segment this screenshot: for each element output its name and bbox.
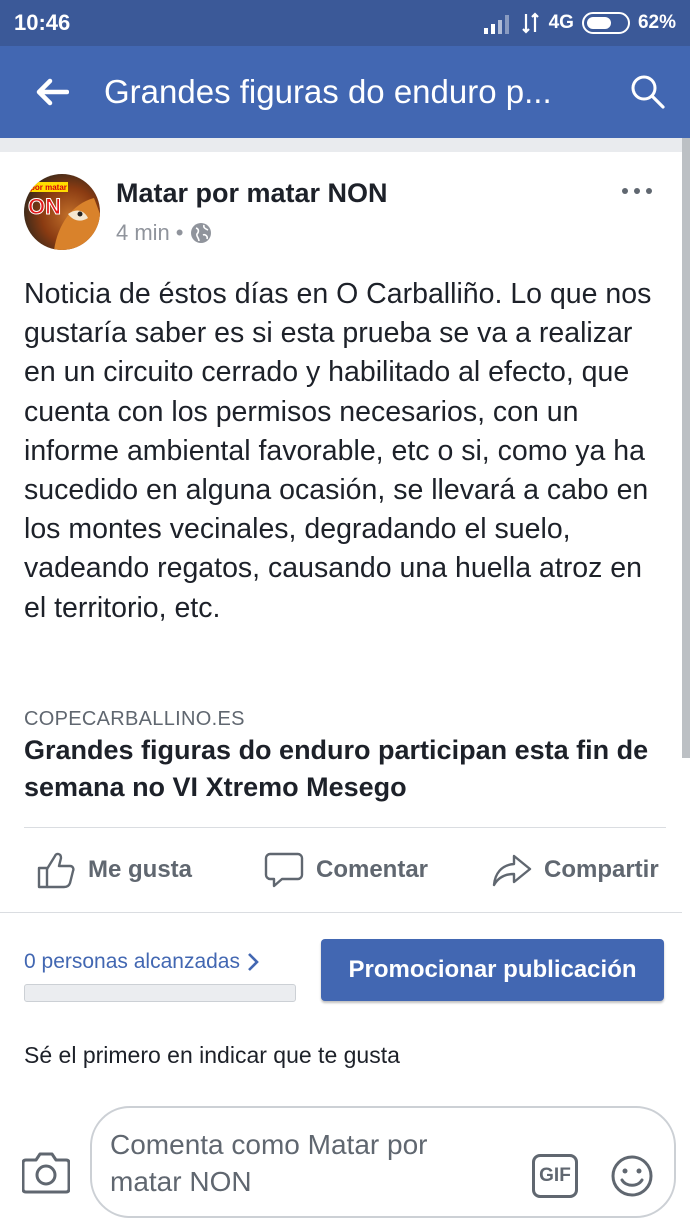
share-label: Compartir <box>544 856 659 883</box>
avatar-text-top: por matar <box>30 183 67 192</box>
divider <box>24 827 666 828</box>
network-type: 4G <box>548 12 574 33</box>
scrollbar[interactable] <box>682 138 690 758</box>
chevron-right-icon <box>248 953 259 971</box>
more-horizontal-icon <box>622 188 652 194</box>
author-name[interactable]: Matar por matar NON <box>116 178 388 209</box>
post-text: Noticia de éstos días en O Carballiño. L… <box>24 278 652 624</box>
promote-button[interactable]: Promocionar publicación <box>321 939 664 1001</box>
data-transfer-icon <box>521 12 539 34</box>
signal-icon <box>483 15 509 34</box>
first-like-prompt[interactable]: Sé el primero en indicar que te gusta <box>24 1042 400 1069</box>
meta-separator: • <box>175 220 184 245</box>
avatar-image: por matar ON <box>28 182 100 250</box>
globe-icon <box>190 223 211 243</box>
link-domain[interactable]: COPECARBALLINO.ES <box>24 708 245 731</box>
like-button[interactable]: Me gusta <box>36 842 192 898</box>
back-button[interactable] <box>0 46 104 138</box>
smiley-icon <box>611 1155 653 1197</box>
arrow-left-icon <box>36 78 69 106</box>
reach-link[interactable]: 0 personas alcanzadas <box>24 950 260 974</box>
comment-button[interactable]: Comentar <box>264 842 428 898</box>
comment-placeholder: Comenta como Matar por matar NON <box>110 1129 428 1197</box>
search-button[interactable] <box>628 72 668 112</box>
avatar[interactable]: por matar ON <box>24 174 100 250</box>
reach-label: 0 personas alcanzadas <box>24 950 240 973</box>
divider <box>0 912 682 913</box>
battery-level <box>586 17 611 29</box>
feed-gap <box>0 138 690 152</box>
thumbs-up-icon <box>37 852 75 889</box>
more-options-button[interactable] <box>620 184 654 196</box>
avatar-text-main: ON <box>28 194 61 219</box>
status-right: 4G 62% <box>483 12 676 34</box>
comment-icon <box>264 852 304 888</box>
search-icon <box>631 75 665 109</box>
comment-label: Comentar <box>316 856 429 883</box>
reach-progress-bar <box>24 984 296 1002</box>
app-bar: Grandes figuras do enduro p... <box>0 46 690 138</box>
post-meta: 4 min • <box>116 220 212 246</box>
post-time[interactable]: 4 min <box>116 220 170 246</box>
gif-label: GIF <box>539 1165 571 1186</box>
like-label: Me gusta <box>88 856 193 883</box>
gif-button[interactable]: GIF <box>532 1154 578 1198</box>
camera-button[interactable] <box>21 1150 71 1194</box>
status-bar: 10:46 4G 62% <box>0 0 690 46</box>
battery-icon <box>581 12 630 34</box>
link-title[interactable]: Grandes figuras do enduro participan est… <box>24 732 664 806</box>
post-actions: Me gusta Comentar Compartir <box>0 842 682 898</box>
battery-percent: 62% <box>637 12 676 33</box>
page-title: Grandes figuras do enduro p... <box>104 73 552 110</box>
emoji-button[interactable] <box>610 1154 654 1198</box>
share-icon <box>492 854 532 887</box>
share-button[interactable]: Compartir <box>492 842 659 898</box>
status-time: 10:46 <box>14 10 71 35</box>
camera-icon <box>21 1152 71 1194</box>
